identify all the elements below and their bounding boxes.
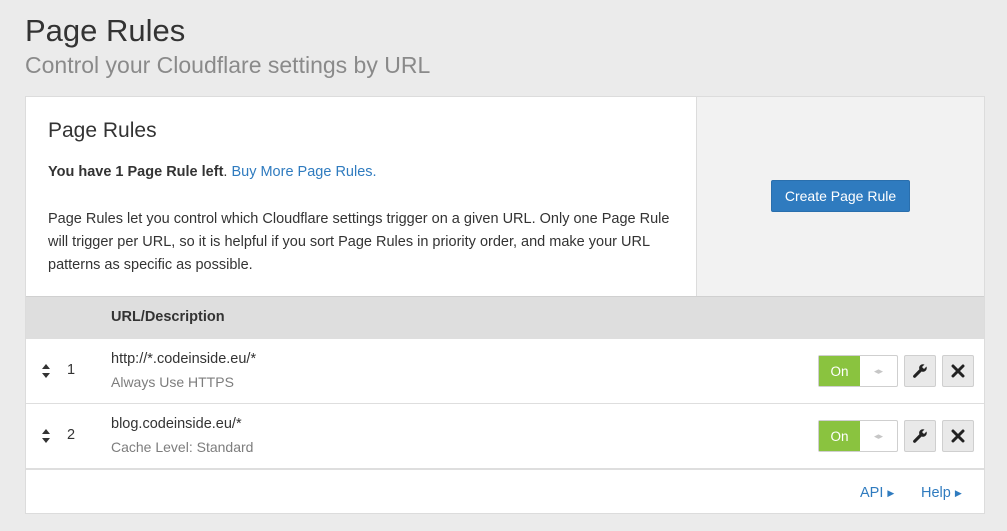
- rule-setting: Cache Level: Standard: [111, 439, 254, 455]
- caret-right-icon: ▶: [887, 488, 895, 498]
- column-header-url-description: URL/Description: [111, 309, 225, 325]
- table-header: URL/Description: [26, 296, 984, 339]
- toggle-handle-icon: ◂▸: [873, 430, 884, 441]
- page-header: Page Rules Control your Cloudflare setti…: [25, 12, 430, 80]
- api-link-label: API: [860, 485, 884, 501]
- edit-rule-button[interactable]: [904, 420, 936, 452]
- rules-left-text: You have 1 Page Rule left. Buy More Page…: [48, 164, 377, 180]
- close-icon: [951, 429, 965, 443]
- page-rules-card: Page Rules You have 1 Page Rule left. Bu…: [25, 96, 985, 514]
- rule-setting: Always Use HTTPS: [111, 374, 234, 390]
- page-rules-description: Page Rules let you control which Cloudfl…: [48, 211, 670, 273]
- card-heading: Page Rules: [48, 119, 157, 142]
- toggle-on-label: On: [819, 356, 860, 386]
- wrench-icon: [913, 429, 927, 443]
- sort-arrows-icon[interactable]: [41, 363, 51, 379]
- create-page-rule-button[interactable]: Create Page Rule: [771, 180, 910, 212]
- close-icon: [951, 364, 965, 378]
- toggle-on-label: On: [819, 421, 860, 451]
- page-subtitle: Control your Cloudflare settings by URL: [25, 52, 431, 78]
- rule-toggle[interactable]: On ◂▸: [818, 355, 898, 387]
- edit-rule-button[interactable]: [904, 355, 936, 387]
- card-info-panel: Page Rules You have 1 Page Rule left. Bu…: [26, 97, 697, 296]
- rule-toggle[interactable]: On ◂▸: [818, 420, 898, 452]
- page-title: Page Rules: [25, 13, 186, 48]
- help-link-label: Help: [921, 485, 951, 501]
- wrench-icon: [913, 364, 927, 378]
- rule-priority-number: 2: [67, 427, 76, 443]
- table-row: 1 http://*.codeinside.eu/* Always Use HT…: [26, 339, 984, 404]
- card-footer: API ▶ Help ▶: [26, 469, 984, 513]
- rule-url: http://*.codeinside.eu/*: [111, 351, 257, 367]
- help-link[interactable]: Help ▶: [921, 485, 962, 501]
- sort-arrows-icon[interactable]: [41, 428, 51, 444]
- buy-more-page-rules-link[interactable]: Buy More Page Rules.: [231, 164, 376, 180]
- caret-right-icon: ▶: [954, 488, 962, 498]
- card-action-panel: Create Page Rule: [697, 97, 984, 296]
- api-link[interactable]: API ▶: [860, 485, 894, 501]
- delete-rule-button[interactable]: [942, 420, 974, 452]
- card-top: Page Rules You have 1 Page Rule left. Bu…: [26, 97, 984, 296]
- rule-priority-number: 1: [67, 362, 76, 378]
- toggle-handle-icon: ◂▸: [873, 365, 884, 376]
- rules-left-count: You have 1 Page Rule left: [48, 164, 224, 180]
- rule-url: blog.codeinside.eu/*: [111, 416, 242, 432]
- table-row: 2 blog.codeinside.eu/* Cache Level: Stan…: [26, 404, 984, 469]
- delete-rule-button[interactable]: [942, 355, 974, 387]
